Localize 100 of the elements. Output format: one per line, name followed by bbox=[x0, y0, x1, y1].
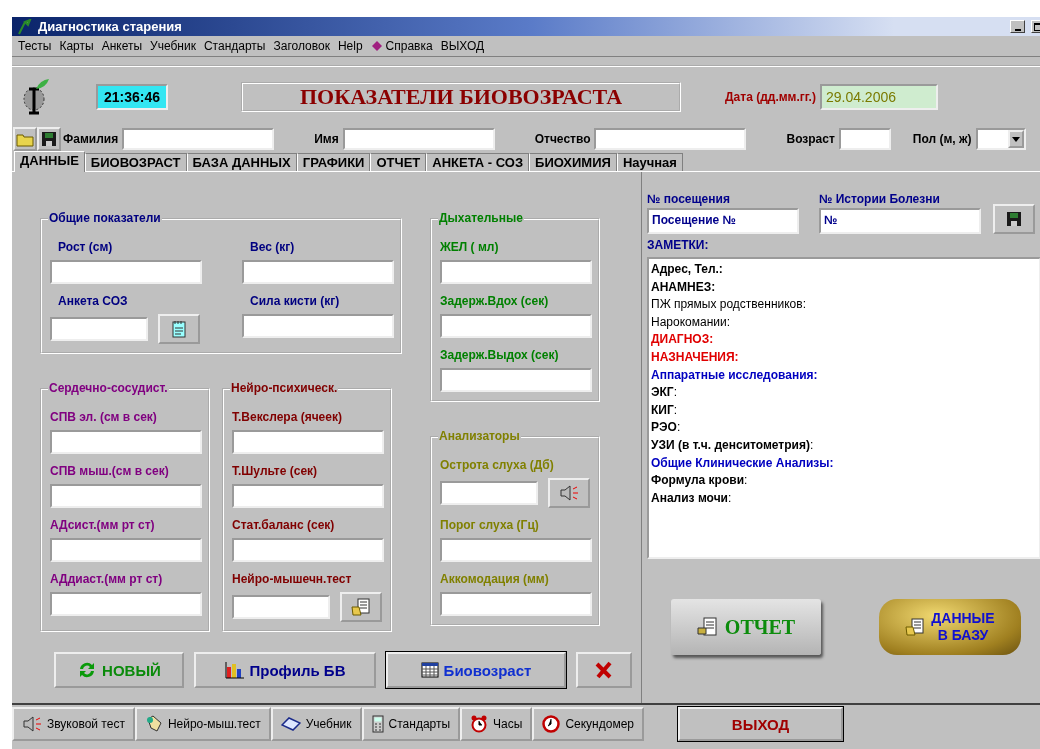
menu-item[interactable]: Стандарты bbox=[199, 39, 270, 53]
icon-button[interactable] bbox=[340, 592, 382, 622]
action-button[interactable]: Биовозраст bbox=[386, 652, 566, 688]
toolbar-button[interactable]: Секундомер bbox=[532, 707, 644, 741]
icon-button[interactable] bbox=[548, 478, 590, 508]
field-label: Сила кисти (кг) bbox=[250, 294, 341, 308]
field-label: Вес (кг) bbox=[250, 240, 296, 254]
field-label: Т.Векслера (ячеек) bbox=[232, 410, 343, 424]
input-field[interactable] bbox=[122, 128, 275, 150]
save-button[interactable] bbox=[37, 127, 61, 151]
input-field[interactable] bbox=[50, 260, 202, 284]
menu-item[interactable]: Карты bbox=[55, 39, 98, 53]
icon-button[interactable] bbox=[158, 314, 200, 344]
field-label: № посещения bbox=[647, 192, 731, 206]
alarm-clock-icon bbox=[470, 715, 489, 733]
speaker-icon bbox=[22, 716, 42, 732]
input-field[interactable] bbox=[242, 260, 394, 284]
tab[interactable]: Научная bbox=[616, 153, 683, 171]
folder-icon bbox=[16, 131, 34, 147]
notes-line: КИГ: bbox=[651, 401, 679, 419]
action-button[interactable]: Профиль БВ bbox=[194, 652, 376, 688]
field-label: Порог слуха (Гц) bbox=[440, 518, 540, 532]
toolbar-button[interactable]: Часы bbox=[460, 707, 533, 741]
toolbar-button[interactable]: Стандарты bbox=[361, 707, 461, 741]
input-field[interactable] bbox=[440, 314, 592, 338]
save-to-database-button[interactable]: ДАННЫЕ В БАЗУ bbox=[879, 599, 1021, 655]
page-heading: ПОКАЗАТЕЛИ БИОВОЗРАСТА bbox=[241, 82, 682, 112]
hand-icon bbox=[144, 715, 163, 733]
notes-line: ЭКГ: bbox=[651, 384, 678, 402]
notepad-icon bbox=[172, 320, 186, 338]
notes-label: ЗАМЕТКИ: bbox=[647, 238, 710, 252]
menu-item[interactable]: Справка bbox=[366, 39, 437, 53]
tab[interactable]: ДАННЫЕ bbox=[14, 151, 85, 172]
field-label: Острота слуха (Дб) bbox=[440, 458, 555, 472]
tab[interactable]: БАЗА ДАННЫХ bbox=[186, 153, 297, 171]
clock-display: 21:36:46 bbox=[96, 84, 169, 110]
dropdown-arrow-icon bbox=[1011, 136, 1020, 142]
date-field[interactable]: 29.04.2006 bbox=[819, 84, 938, 110]
input-field[interactable] bbox=[440, 592, 592, 616]
tab[interactable]: БИОВОЗРАСТ bbox=[84, 153, 187, 171]
menu-item[interactable]: Учебник bbox=[146, 39, 200, 53]
menu-item[interactable]: Анкеты bbox=[97, 39, 147, 53]
tab[interactable]: ГРАФИКИ bbox=[296, 153, 371, 171]
maximize-icon bbox=[1034, 22, 1040, 31]
menu-item[interactable]: Заголовок bbox=[269, 39, 334, 53]
input-field[interactable] bbox=[232, 484, 384, 508]
notes-line: Анализ мочи: bbox=[651, 489, 733, 507]
toolbar-button[interactable]: Нейро-мыш.тест bbox=[134, 707, 271, 741]
input-field[interactable] bbox=[440, 538, 592, 562]
field-label: АДдиаст.(мм рт ст) bbox=[50, 572, 164, 586]
input-field[interactable] bbox=[232, 430, 384, 454]
input-field[interactable] bbox=[50, 430, 202, 454]
save-button[interactable] bbox=[993, 204, 1035, 234]
input-field[interactable] bbox=[440, 481, 538, 505]
field-label: Задерж.Выдох (сек) bbox=[440, 348, 560, 362]
input-field[interactable] bbox=[232, 595, 330, 619]
input-field[interactable]: Посещение № bbox=[647, 208, 799, 234]
tab[interactable]: БИОХИМИЯ bbox=[529, 153, 617, 171]
menu-item[interactable]: Help bbox=[333, 39, 367, 53]
input-field[interactable] bbox=[50, 484, 202, 508]
help-icon bbox=[370, 40, 383, 52]
input-field[interactable] bbox=[232, 538, 384, 562]
tab[interactable]: ОТЧЕТ bbox=[370, 153, 427, 171]
menu-item[interactable]: Тесты bbox=[14, 39, 56, 53]
group-title: Общие показатели bbox=[48, 211, 162, 225]
field-label: СПВ эл. (см в сек) bbox=[50, 410, 158, 424]
input-field[interactable]: № bbox=[819, 208, 981, 234]
input-field[interactable] bbox=[50, 538, 202, 562]
notes-line: Аппаратные исследования: bbox=[651, 366, 819, 384]
toolbar-button[interactable]: Звуковой тест bbox=[12, 707, 135, 741]
group-title: Дыхательные bbox=[438, 211, 524, 225]
field-label: Стат.баланс (сек) bbox=[232, 518, 336, 532]
input-field[interactable] bbox=[838, 128, 891, 150]
exit-button[interactable]: ВЫХОД bbox=[678, 707, 843, 741]
notes-field[interactable] bbox=[647, 257, 1040, 559]
document-folder-icon bbox=[905, 618, 926, 636]
input-field[interactable] bbox=[50, 592, 202, 616]
toolbar-button[interactable]: Учебник bbox=[270, 707, 362, 741]
report-icon bbox=[696, 616, 719, 638]
input-field[interactable] bbox=[242, 314, 394, 338]
stopwatch-icon bbox=[542, 715, 561, 733]
field-label: Отчество bbox=[534, 132, 591, 146]
action-button[interactable] bbox=[576, 652, 632, 688]
field-label: Нейро-мышечн.тест bbox=[232, 572, 353, 586]
input-field[interactable] bbox=[50, 317, 148, 341]
document-folder-icon bbox=[351, 598, 371, 616]
notes-line: Общие Клинические Анализы: bbox=[651, 454, 835, 472]
field-label: Пол (м, ж) bbox=[912, 132, 972, 146]
speaker-icon bbox=[559, 485, 579, 501]
minimize-button[interactable] bbox=[1010, 20, 1025, 33]
close-icon bbox=[595, 661, 613, 679]
dropdown[interactable] bbox=[975, 128, 1026, 150]
input-field[interactable] bbox=[440, 260, 592, 284]
input-field[interactable] bbox=[342, 128, 495, 150]
tab[interactable]: АНКЕТА - СОЗ bbox=[426, 153, 530, 171]
field-label: ЖЕЛ ( мл) bbox=[440, 240, 500, 254]
menu-item[interactable]: ВЫХОД bbox=[436, 39, 489, 53]
input-field[interactable] bbox=[440, 368, 592, 392]
input-field[interactable] bbox=[594, 128, 747, 150]
notes-line: ДИАГНОЗ: bbox=[651, 331, 715, 349]
